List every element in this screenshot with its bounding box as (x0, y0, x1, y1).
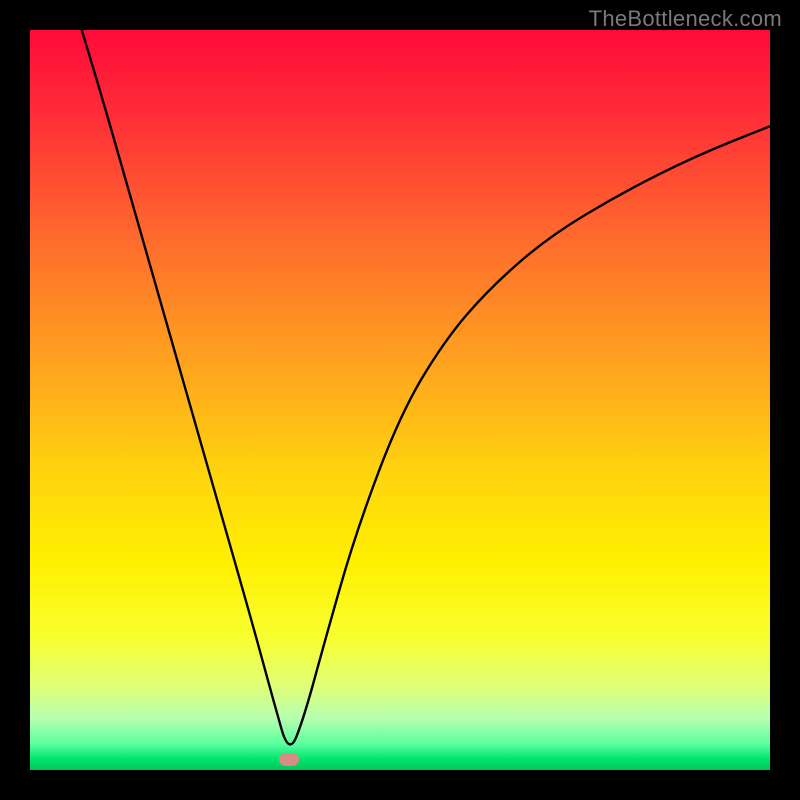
chart-minimum-marker (279, 753, 299, 766)
watermark-text: TheBottleneck.com (589, 6, 782, 32)
chart-curve (30, 30, 770, 770)
chart-plot-area (30, 30, 770, 770)
